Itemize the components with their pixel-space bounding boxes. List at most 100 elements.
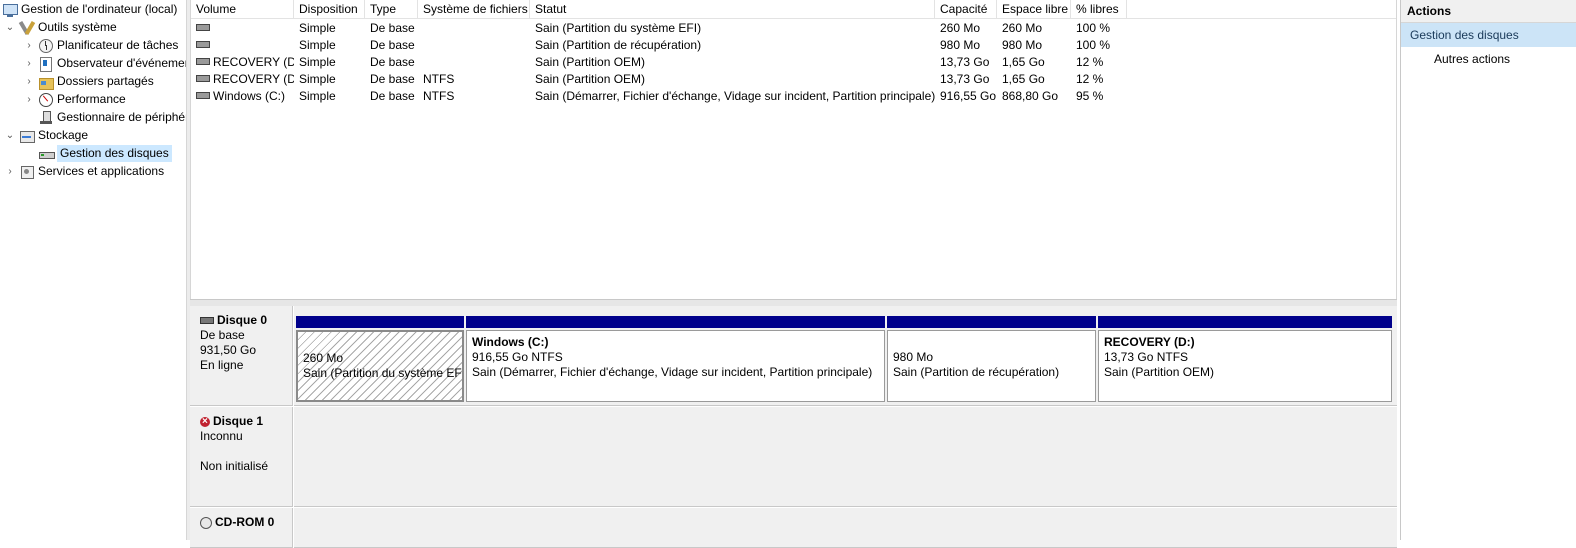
tree-node-device-manager[interactable]: Gestionnaire de périphériques xyxy=(38,109,186,126)
shared-folder-icon xyxy=(38,74,54,90)
column-header-capacity[interactable]: Capacité xyxy=(935,0,997,18)
partition-efi[interactable]: 260 Mo Sain (Partition du système EFI) xyxy=(296,316,464,402)
tree-node-event-viewer[interactable]: › Observateur d'événements xyxy=(23,55,186,72)
volume-list-header: Volume Disposition Type Système de fichi… xyxy=(191,0,1396,19)
partition-size: 980 Mo xyxy=(893,350,934,364)
actions-section-disk-management[interactable]: Gestion des disques xyxy=(1401,23,1576,47)
volume-icon xyxy=(196,41,210,49)
partition-size: 260 Mo xyxy=(303,351,344,365)
partition-box-selected[interactable]: 260 Mo Sain (Partition du système EFI) xyxy=(296,330,464,402)
cell-volume: RECOVERY (D:) xyxy=(213,72,294,86)
table-row[interactable]: Simple De base Sain (Partition de récupé… xyxy=(191,37,1396,54)
cell-status: Sain (Partition OEM) xyxy=(535,55,646,69)
partition-bar xyxy=(466,316,885,328)
column-header-percent-free[interactable]: % libres xyxy=(1071,0,1127,18)
tree-node-label: Planificateur de tâches xyxy=(57,38,179,52)
table-row[interactable]: RECOVERY (D:) Simple De base NTFS Sain (… xyxy=(191,71,1396,88)
chevron-down-icon[interactable]: ⌄ xyxy=(4,130,16,142)
chevron-right-icon[interactable]: › xyxy=(23,94,35,106)
volume-icon xyxy=(196,24,210,32)
chevron-right-icon[interactable]: › xyxy=(23,40,35,52)
partition-size: 916,55 Go NTFS xyxy=(472,350,563,364)
cell-capacity: 980 Mo xyxy=(940,38,981,52)
actions-pane: Actions Gestion des disques Autres actio… xyxy=(1400,0,1576,540)
tree-node-disk-management[interactable]: Gestion des disques xyxy=(38,145,172,162)
cell-capacity: 260 Mo xyxy=(940,21,981,35)
partition-name xyxy=(303,336,462,351)
cell-type: De base xyxy=(370,38,415,52)
cell-percent-free: 12 % xyxy=(1076,55,1104,69)
table-row[interactable]: Windows (C:) Simple De base NTFS Sain (D… xyxy=(191,88,1396,105)
disk-graph-view: Disque 0 De base 931,50 Go En ligne 260 … xyxy=(190,306,1397,548)
chevron-right-icon[interactable]: › xyxy=(23,76,35,88)
cell-volume: Windows (C:) xyxy=(213,89,286,103)
tree-node-performance[interactable]: › Performance xyxy=(23,91,126,108)
event-log-icon xyxy=(38,56,54,72)
volume-icon xyxy=(196,75,210,83)
cell-capacity: 916,55 Go xyxy=(940,89,997,103)
column-header-status[interactable]: Statut xyxy=(530,0,935,18)
tree-node-storage[interactable]: ⌄ Stockage xyxy=(4,127,88,144)
cell-free-space: 260 Mo xyxy=(1002,21,1043,35)
cell-capacity: 13,73 Go xyxy=(940,55,990,69)
cdrom-0-label[interactable]: CD-ROM 0 xyxy=(190,508,293,548)
tree-node-services-applications[interactable]: › Services et applications xyxy=(4,163,164,180)
partition-status: Sain (Partition OEM) xyxy=(1104,365,1215,379)
partition-box[interactable]: 980 Mo Sain (Partition de récupération) xyxy=(887,330,1096,402)
cdrom-0-area[interactable] xyxy=(294,508,1397,548)
column-header-filesystem[interactable]: Système de fichiers xyxy=(418,0,530,18)
disk-1-area[interactable] xyxy=(294,407,1397,507)
tree-node-system-tools[interactable]: ⌄ Outils système xyxy=(4,19,117,36)
cell-layout: Simple xyxy=(299,55,336,69)
partition-bar xyxy=(887,316,1096,328)
tree-node-computer-management[interactable]: Gestion de l'ordinateur (local) xyxy=(2,1,177,18)
cell-status: Sain (Démarrer, Fichier d'échange, Vidag… xyxy=(535,89,935,103)
partition-bar xyxy=(1098,316,1392,328)
performance-icon xyxy=(38,92,54,108)
tree-node-label: Services et applications xyxy=(38,164,165,178)
disk-0-partitions: 260 Mo Sain (Partition du système EFI) W… xyxy=(294,306,1397,406)
table-row[interactable]: Simple De base Sain (Partition du systèm… xyxy=(191,20,1396,37)
disk-type: De base xyxy=(200,328,245,342)
pane-splitter-horizontal[interactable] xyxy=(190,299,1397,306)
cell-volume: RECOVERY (D:) xyxy=(213,55,294,69)
tree-node-label: Performance xyxy=(57,92,126,106)
action-more-actions[interactable]: Autres actions xyxy=(1401,47,1576,71)
cell-layout: Simple xyxy=(299,38,336,52)
disk-name: CD-ROM 0 xyxy=(215,515,275,529)
partition-windows[interactable]: Windows (C:) 916,55 Go NTFS Sain (Démarr… xyxy=(466,316,885,402)
navigation-tree: Gestion de l'ordinateur (local) ⌄ Outils… xyxy=(0,0,187,540)
partition-recovery-d[interactable]: RECOVERY (D:) 13,73 Go NTFS Sain (Partit… xyxy=(1098,316,1392,402)
cell-percent-free: 100 % xyxy=(1076,38,1111,52)
chevron-right-icon[interactable]: › xyxy=(4,166,16,178)
table-row[interactable]: RECOVERY (D:) Simple De base Sain (Parti… xyxy=(191,54,1396,71)
disk-0-label[interactable]: Disque 0 De base 931,50 Go En ligne xyxy=(190,306,293,406)
partition-recovery-system[interactable]: 980 Mo Sain (Partition de récupération) xyxy=(887,316,1096,402)
cell-status: Sain (Partition OEM) xyxy=(535,72,646,86)
column-header-volume[interactable]: Volume xyxy=(191,0,294,18)
column-header-type[interactable]: Type xyxy=(365,0,418,18)
cell-filesystem: NTFS xyxy=(423,72,455,86)
cell-layout: Simple xyxy=(299,72,336,86)
cell-percent-free: 12 % xyxy=(1076,72,1104,86)
services-icon xyxy=(19,164,35,180)
partition-box[interactable]: RECOVERY (D:) 13,73 Go NTFS Sain (Partit… xyxy=(1098,330,1392,402)
partition-box[interactable]: Windows (C:) 916,55 Go NTFS Sain (Démarr… xyxy=(466,330,885,402)
partition-name: Windows (C:) xyxy=(472,335,549,349)
tree-node-label: Gestion de l'ordinateur (local) xyxy=(21,2,178,16)
chevron-down-icon[interactable]: ⌄ xyxy=(4,22,16,34)
tree-node-label: Outils système xyxy=(38,20,117,34)
tree-node-task-scheduler[interactable]: › Planificateur de tâches xyxy=(23,37,178,54)
column-header-layout[interactable]: Disposition xyxy=(294,0,365,18)
chevron-right-icon[interactable]: › xyxy=(23,58,35,70)
tree-node-shared-folders[interactable]: › Dossiers partagés xyxy=(23,73,154,90)
cell-type: De base xyxy=(370,89,415,103)
disk-type: Inconnu xyxy=(200,429,243,443)
column-header-free-space[interactable]: Espace libre xyxy=(997,0,1071,18)
partition-status: Sain (Démarrer, Fichier d'échange, Vidag… xyxy=(472,365,873,379)
volume-icon xyxy=(196,58,210,66)
disk-icon xyxy=(38,146,55,162)
cell-type: De base xyxy=(370,21,415,35)
cell-free-space: 1,65 Go xyxy=(1002,55,1045,69)
disk-1-label[interactable]: Disque 1 Inconnu Non initialisé xyxy=(190,407,293,507)
